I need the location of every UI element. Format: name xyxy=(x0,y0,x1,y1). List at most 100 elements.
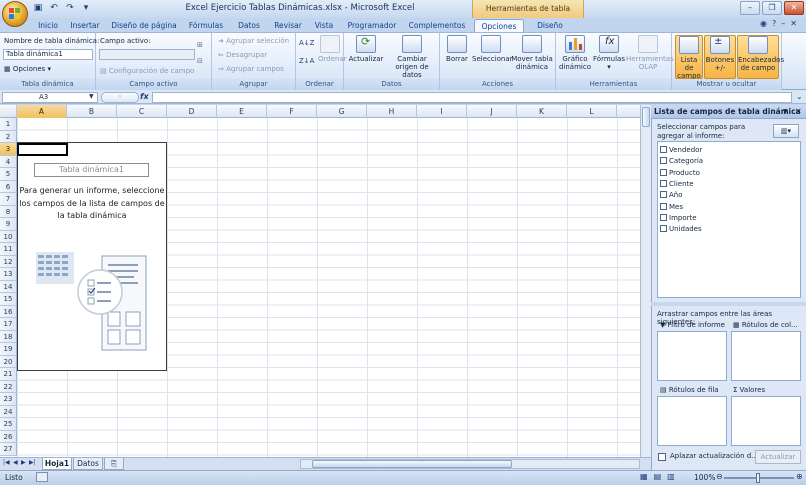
field-item[interactable]: Unidades xyxy=(660,224,702,235)
column-header[interactable]: J xyxy=(467,105,517,118)
tab-opciones[interactable]: Opciones xyxy=(474,19,524,32)
field-item[interactable]: Producto xyxy=(660,168,700,179)
insert-sheet-icon[interactable]: ⎘ xyxy=(104,458,124,470)
tab-formulas[interactable]: Fórmulas xyxy=(184,19,228,32)
insert-function-icon[interactable]: fx xyxy=(140,92,149,101)
workbook-minimize-icon[interactable]: – xyxy=(781,19,785,28)
select-all-corner[interactable] xyxy=(0,105,17,118)
row-drop-area[interactable] xyxy=(657,396,727,446)
pivot-options-button[interactable]: ▦ Opciones ▾ xyxy=(4,65,51,73)
expand-formula-bar-icon[interactable]: ⌄ xyxy=(796,92,803,101)
field-checkbox[interactable] xyxy=(660,191,667,199)
pane-close-icon[interactable]: ✕ xyxy=(795,107,802,116)
redo-icon[interactable]: ↷ xyxy=(64,3,76,14)
first-sheet-icon[interactable]: |◀ xyxy=(3,459,10,466)
row-header[interactable]: 4 xyxy=(0,155,17,168)
minimize-button[interactable]: – xyxy=(740,1,760,15)
row-header[interactable]: 2 xyxy=(0,130,17,143)
name-box[interactable]: A3 xyxy=(2,92,98,103)
save-icon[interactable]: ▣ xyxy=(32,3,44,14)
prev-sheet-icon[interactable]: ◀ xyxy=(13,459,18,466)
group-selection-button[interactable]: ➜ Agrupar selección xyxy=(218,37,289,45)
field-item[interactable]: Cliente xyxy=(660,179,694,190)
row-header[interactable]: 26 xyxy=(0,430,17,443)
field-headers-toggle[interactable]: Encabezados de campo xyxy=(737,35,784,79)
row-header[interactable]: 16 xyxy=(0,305,17,318)
refresh-button[interactable]: ⟳ Actualizar xyxy=(346,35,386,63)
active-field-input[interactable] xyxy=(99,49,195,60)
row-header[interactable]: 12 xyxy=(0,255,17,268)
zoom-in-icon[interactable]: ⊕ xyxy=(796,472,803,481)
row-header[interactable]: 8 xyxy=(0,205,17,218)
field-checkbox[interactable] xyxy=(660,146,667,153)
select-button[interactable]: Seleccionar xyxy=(472,35,513,63)
ungroup-button[interactable]: ⇐ Desagrupar xyxy=(218,51,267,59)
expand-field-icon[interactable]: ⊞ xyxy=(197,41,203,49)
move-pivot-button[interactable]: Mover tabla dinámica xyxy=(510,35,554,71)
field-item[interactable]: Importe xyxy=(660,213,697,224)
tab-inicio[interactable]: Inicio xyxy=(34,19,62,32)
row-header[interactable]: 3 xyxy=(0,143,17,156)
next-sheet-icon[interactable]: ▶ xyxy=(21,459,26,466)
zoom-level[interactable]: 100% xyxy=(694,473,715,482)
field-checkbox[interactable] xyxy=(660,202,667,210)
formulas-button[interactable]: fx Fórmulas ▾ xyxy=(592,35,626,71)
pivot-name-input[interactable]: Tabla dinámica1 xyxy=(3,49,93,60)
defer-update-checkbox[interactable] xyxy=(658,453,666,461)
tab-complementos[interactable]: Complementos xyxy=(406,19,468,32)
group-field-button[interactable]: ⇒ Agrupar campos xyxy=(218,65,284,73)
workbook-close-icon[interactable]: ✕ xyxy=(790,19,797,28)
field-settings-button[interactable]: ▤ Configuración de campo xyxy=(100,67,194,75)
tab-diseno-pagina[interactable]: Diseño de página xyxy=(108,19,180,32)
row-header[interactable]: 18 xyxy=(0,330,17,343)
field-item[interactable]: Categoría xyxy=(660,156,703,167)
row-header[interactable]: 20 xyxy=(0,355,17,368)
column-header[interactable]: I xyxy=(417,105,467,118)
tab-programador[interactable]: Programador xyxy=(342,19,402,32)
update-button[interactable]: Actualizar xyxy=(755,450,801,464)
row-header[interactable]: 7 xyxy=(0,193,17,206)
pane-layout-button[interactable]: ▥▾ xyxy=(773,124,799,138)
pane-menu-icon[interactable]: ▼ xyxy=(783,108,788,115)
horizontal-scroll-thumb[interactable] xyxy=(312,460,512,468)
close-button[interactable]: ✕ xyxy=(784,1,804,15)
change-source-button[interactable]: Cambiar origen de datos xyxy=(386,35,438,79)
field-item[interactable]: Mes xyxy=(660,202,683,213)
zoom-slider-handle[interactable] xyxy=(756,473,760,483)
field-checkbox[interactable] xyxy=(660,225,667,233)
tab-vista[interactable]: Vista xyxy=(310,19,338,32)
sort-az-icon[interactable]: A↓Z xyxy=(299,39,314,47)
column-header[interactable]: L xyxy=(567,105,617,118)
chevron-down-icon[interactable]: ▼ xyxy=(89,93,94,100)
vertical-scroll-thumb[interactable] xyxy=(642,107,650,127)
pane-splitter[interactable] xyxy=(651,302,806,306)
row-header[interactable]: 21 xyxy=(0,368,17,381)
formula-bar-resize-handle[interactable]: ◦ xyxy=(101,92,139,103)
column-header[interactable]: A xyxy=(17,105,67,118)
macro-record-icon[interactable] xyxy=(36,472,48,482)
row-header[interactable]: 13 xyxy=(0,268,17,281)
vertical-scrollbar[interactable] xyxy=(640,105,651,457)
maximize-button[interactable]: ❐ xyxy=(762,1,782,15)
row-header[interactable]: 15 xyxy=(0,293,17,306)
office-button[interactable] xyxy=(2,1,28,27)
field-checkbox[interactable] xyxy=(660,213,667,221)
worksheet[interactable]: ABCDEFGHIJKL Tabla dinámica1 Para genera… xyxy=(0,105,646,457)
sort-za-icon[interactable]: Z↓A xyxy=(299,57,314,65)
sheet-tab-datos[interactable]: Datos xyxy=(73,458,103,470)
row-header[interactable]: 27 xyxy=(0,443,17,456)
row-header[interactable]: 14 xyxy=(0,280,17,293)
row-header[interactable]: 1 xyxy=(0,118,17,131)
column-header[interactable]: B xyxy=(67,105,117,118)
field-checkbox[interactable] xyxy=(660,157,667,165)
ribbon-minimize-icon[interactable]: ◉ xyxy=(760,19,767,28)
tab-revisar[interactable]: Revisar xyxy=(270,19,306,32)
clear-button[interactable]: Borrar xyxy=(442,35,472,63)
olap-tools-button[interactable]: Herramientas OLAP xyxy=(626,35,674,71)
row-header[interactable]: 5 xyxy=(0,168,17,181)
field-item[interactable]: Vendedor xyxy=(660,145,702,156)
values-drop-area[interactable] xyxy=(731,396,801,446)
field-item[interactable]: Año xyxy=(660,190,683,201)
last-sheet-icon[interactable]: ▶| xyxy=(29,459,36,466)
zoom-out-icon[interactable]: ⊖ xyxy=(716,472,723,481)
